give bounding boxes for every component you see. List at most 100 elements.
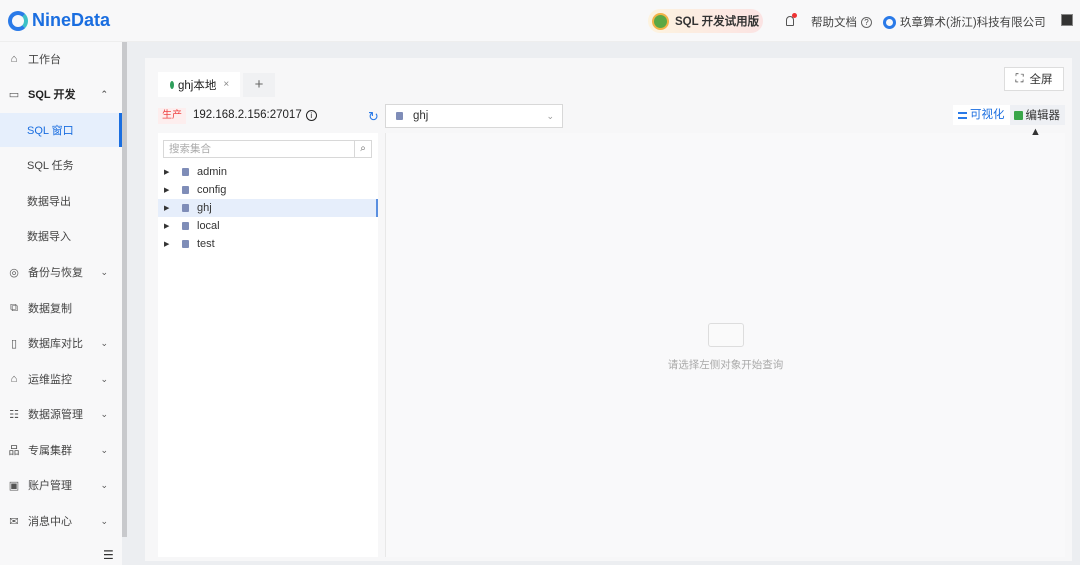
sidebar-item-compare[interactable]: ▯ 数据库对比 ⌄ <box>0 326 122 360</box>
empty-state: 请选择左侧对象开始查询 <box>386 323 1065 372</box>
compare-icon: ▯ <box>10 337 18 350</box>
database-icon <box>182 204 189 212</box>
fullscreen-button[interactable]: ⛶ 全屏 <box>1004 67 1064 91</box>
label: 数据复制 <box>28 303 72 315</box>
sidebar-item-sql-task[interactable]: SQL 任务 <box>0 148 122 182</box>
caret-right-icon[interactable]: ▶ <box>164 240 182 248</box>
database-tree: ▶ admin ▶ config ▶ ghj ▶ local ▶ test <box>158 163 378 253</box>
database-icon <box>396 112 403 120</box>
tab-ghj-local[interactable]: ghj本地 × <box>158 72 240 97</box>
sidebar-item-replication[interactable]: ⧉ 数据复制 <box>0 291 122 325</box>
home-icon: ⌂ <box>10 53 18 65</box>
node-label: ghj <box>197 202 212 214</box>
label: SQL 开发 <box>28 89 76 101</box>
sidebar-item-cluster[interactable]: 品专属集群 ⌄ <box>0 433 122 467</box>
tree-node-test[interactable]: ▶ test <box>158 235 378 253</box>
sidebar-item-backup[interactable]: ◎ 备份与恢复 ⌄ <box>0 255 122 289</box>
sidebar-item-datasource[interactable]: ☷ 数据源管理 ⌄ <box>0 397 122 431</box>
database-select[interactable]: ghj ⌄ <box>385 104 563 128</box>
sidebar-scrollbar[interactable] <box>122 42 127 537</box>
info-icon[interactable]: i <box>305 109 317 121</box>
help-docs-link[interactable]: 帮助文档? <box>811 14 872 30</box>
datasource-icon: ☷ <box>9 408 19 421</box>
org-logo-icon <box>883 15 896 29</box>
empty-inbox-icon <box>707 323 744 347</box>
label: SQL 任务 <box>27 160 74 172</box>
tree-node-ghj[interactable]: ▶ ghj <box>158 199 378 217</box>
backup-icon: ◎ <box>9 266 19 279</box>
ninedata-logo-icon <box>8 10 28 31</box>
sidebar-item-sql-dev[interactable]: ▭ SQL 开发 ⌃ <box>0 77 122 111</box>
result-panel: 请选择左侧对象开始查询 <box>386 133 1065 557</box>
gift-icon <box>652 12 669 30</box>
trial-badge[interactable]: SQL 开发试用版 <box>648 9 763 33</box>
label: 数据源管理 <box>28 409 83 421</box>
label: 工作台 <box>28 54 61 66</box>
mail-icon: ✉ <box>9 515 19 528</box>
close-tab-icon[interactable]: × <box>223 79 229 90</box>
org-switcher[interactable]: 玖章算术(浙江)科技有限公司 <box>883 14 1046 30</box>
add-tab-button[interactable]: + <box>243 73 275 97</box>
caret-right-icon[interactable]: ▶ <box>164 186 182 194</box>
visual-mode-button[interactable]: 可视化 <box>953 105 1010 125</box>
chevron-down-icon: ⌄ <box>100 444 108 455</box>
cluster-icon: 品 <box>8 445 20 457</box>
node-label: test <box>197 238 215 250</box>
tab-label: ghj本地 <box>178 79 217 92</box>
sidebar-item-export[interactable]: 数据导出 <box>0 184 122 218</box>
monitor-icon: ▭ <box>8 88 20 101</box>
language-icon[interactable] <box>1061 14 1073 26</box>
label: 专属集群 <box>28 445 72 457</box>
logo[interactable]: NineData <box>8 10 110 31</box>
search-icon[interactable]: ⌕ <box>354 141 371 157</box>
tree-node-config[interactable]: ▶ config <box>158 181 378 199</box>
host-text: 192.168.2.156:27017 <box>193 109 302 121</box>
sidebar-item-ops-monitor[interactable]: ⌂ 运维监控 ⌄ <box>0 362 122 396</box>
sidebar-item-import[interactable]: 数据导入 <box>0 219 122 253</box>
sidebar-item-sql-window[interactable]: SQL 窗口 <box>0 113 122 147</box>
editor-mode-button[interactable]: 编辑器 <box>1010 107 1065 123</box>
org-name: 玖章算术(浙江)科技有限公司 <box>900 17 1046 29</box>
help-label: 帮助文档 <box>811 17 857 29</box>
label: SQL 窗口 <box>27 125 74 137</box>
caret-right-icon[interactable]: ▶ <box>164 222 182 230</box>
label: 数据库对比 <box>28 338 83 350</box>
chevron-down-icon: ⌄ <box>100 337 108 348</box>
env-badge: 生产 <box>158 108 186 124</box>
trial-label: SQL 开发试用版 <box>675 16 760 28</box>
top-header: NineData SQL 开发试用版 帮助文档? 玖章算术(浙江)科技有限公司 <box>0 0 1080 42</box>
replicate-icon: ⧉ <box>10 301 18 314</box>
label: 运维监控 <box>28 374 72 386</box>
question-icon: ? <box>861 16 872 28</box>
label: 编辑器 <box>1025 110 1061 122</box>
tree-node-admin[interactable]: ▶ admin <box>158 163 378 181</box>
notification-bell-icon[interactable] <box>786 13 797 26</box>
collection-search: ⌕ <box>163 140 372 158</box>
sidebar-item-account[interactable]: ▣ 账户管理 ⌄ <box>0 468 122 502</box>
empty-message: 请选择左侧对象开始查询 <box>667 359 784 371</box>
chevron-up-icon: ⌃ <box>100 88 108 99</box>
brand-name: NineData <box>32 10 111 30</box>
tree-node-local[interactable]: ▶ local <box>158 217 378 235</box>
caret-right-icon[interactable]: ▶ <box>164 168 182 176</box>
label: 数据导出 <box>27 196 71 208</box>
caret-right-icon[interactable]: ▶ <box>164 204 182 212</box>
label: 账户管理 <box>28 480 72 492</box>
sidebar-item-workbench[interactable]: ⌂ 工作台 <box>0 42 122 76</box>
chevron-down-icon: ⌄ <box>100 408 108 419</box>
chevron-down-icon: ⌄ <box>100 515 108 526</box>
label: 数据导入 <box>27 231 71 243</box>
sidebar-item-messages[interactable]: ✉ 消息中心 ⌄ <box>0 504 122 538</box>
database-value: ghj <box>413 110 429 122</box>
mode-toggle: 可视化 编辑器 <box>953 105 1065 125</box>
refresh-icon[interactable]: ↻ <box>368 109 379 125</box>
chevron-down-icon: ⌄ <box>546 110 554 121</box>
database-icon <box>182 168 189 176</box>
fullscreen-label: 全屏 <box>1029 74 1053 86</box>
search-input[interactable] <box>164 141 354 157</box>
connection-host: 192.168.2.156:27017 i <box>193 109 317 121</box>
label: 消息中心 <box>28 516 72 528</box>
collapse-sidebar-icon[interactable]: ☰ <box>103 548 114 562</box>
database-icon <box>182 222 189 230</box>
expand-icon: ⛶ <box>1015 72 1024 85</box>
